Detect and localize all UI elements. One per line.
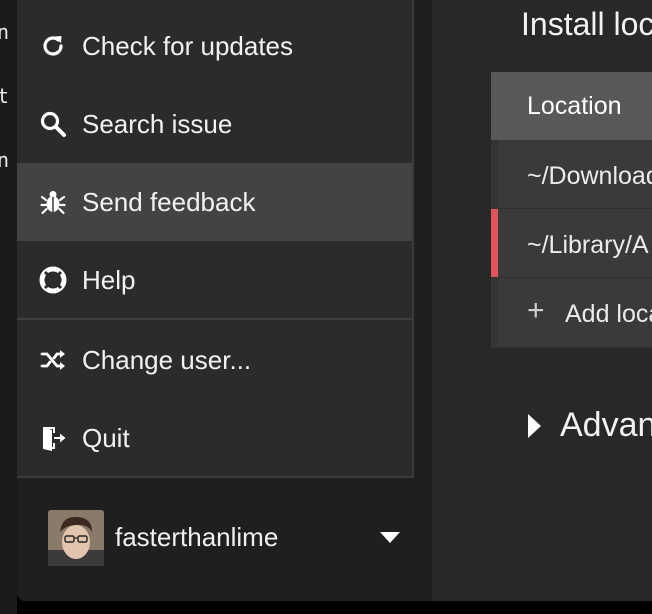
menu-item-label: Search issue xyxy=(82,108,233,139)
caret-right-icon xyxy=(528,414,541,438)
main-panel: Install loc Location ~/Download ~/Librar… xyxy=(432,0,652,601)
menu-item-change-user[interactable]: Change user... xyxy=(17,321,412,399)
refresh-icon xyxy=(39,32,67,60)
menu-divider xyxy=(17,318,412,320)
search-icon xyxy=(39,110,67,138)
terminal-text: t xyxy=(0,84,10,108)
menu-item-label: Quit xyxy=(82,422,130,453)
chevron-down-icon[interactable] xyxy=(380,532,400,543)
column-header-location: Location xyxy=(527,92,622,120)
sidebar: Check for updates Search issue Send feed… xyxy=(17,0,432,601)
menu-item-help[interactable]: Help xyxy=(17,241,412,319)
add-location-button[interactable]: + Add loca xyxy=(498,278,652,346)
table-row[interactable]: ~/Download xyxy=(498,140,652,209)
terminal-text: n xyxy=(0,148,10,172)
avatar xyxy=(48,510,104,566)
menu-item-label: Change user... xyxy=(82,344,252,375)
advanced-label: Advanc xyxy=(560,406,652,444)
location-path: ~/Library/A xyxy=(527,231,649,259)
table-header: Location xyxy=(491,72,652,140)
username: fasterthanlime xyxy=(115,522,279,552)
page-title: Install loc xyxy=(521,6,652,42)
menu-item-label: Send feedback xyxy=(82,186,256,217)
bug-icon xyxy=(39,188,67,216)
menu-item-search-issue[interactable]: Search issue xyxy=(17,85,412,163)
user-menu: Check for updates Search issue Send feed… xyxy=(17,0,414,478)
menu-item-label: Check for updates xyxy=(82,30,294,61)
plus-icon: + xyxy=(527,294,545,327)
menu-item-quit[interactable]: Quit xyxy=(17,399,412,477)
menu-item-check-updates[interactable]: Check for updates xyxy=(17,7,412,85)
exit-door-icon xyxy=(39,424,67,452)
user-profile[interactable]: fasterthanlime xyxy=(17,500,432,580)
terminal-background: n t n xyxy=(0,0,17,614)
table-row[interactable]: ~/Library/A xyxy=(491,209,652,278)
terminal-text: n xyxy=(0,20,10,44)
menu-item-label: Help xyxy=(82,264,136,295)
install-locations-table: Location ~/Download ~/Library/A + Add lo… xyxy=(491,72,652,348)
lifebuoy-icon xyxy=(39,266,67,294)
location-path: ~/Download xyxy=(527,162,652,190)
app-window: Check for updates Search issue Send feed… xyxy=(17,0,652,601)
add-location-label: Add loca xyxy=(565,300,652,328)
shuffle-icon xyxy=(39,346,67,374)
menu-item-send-feedback[interactable]: Send feedback xyxy=(17,163,412,241)
